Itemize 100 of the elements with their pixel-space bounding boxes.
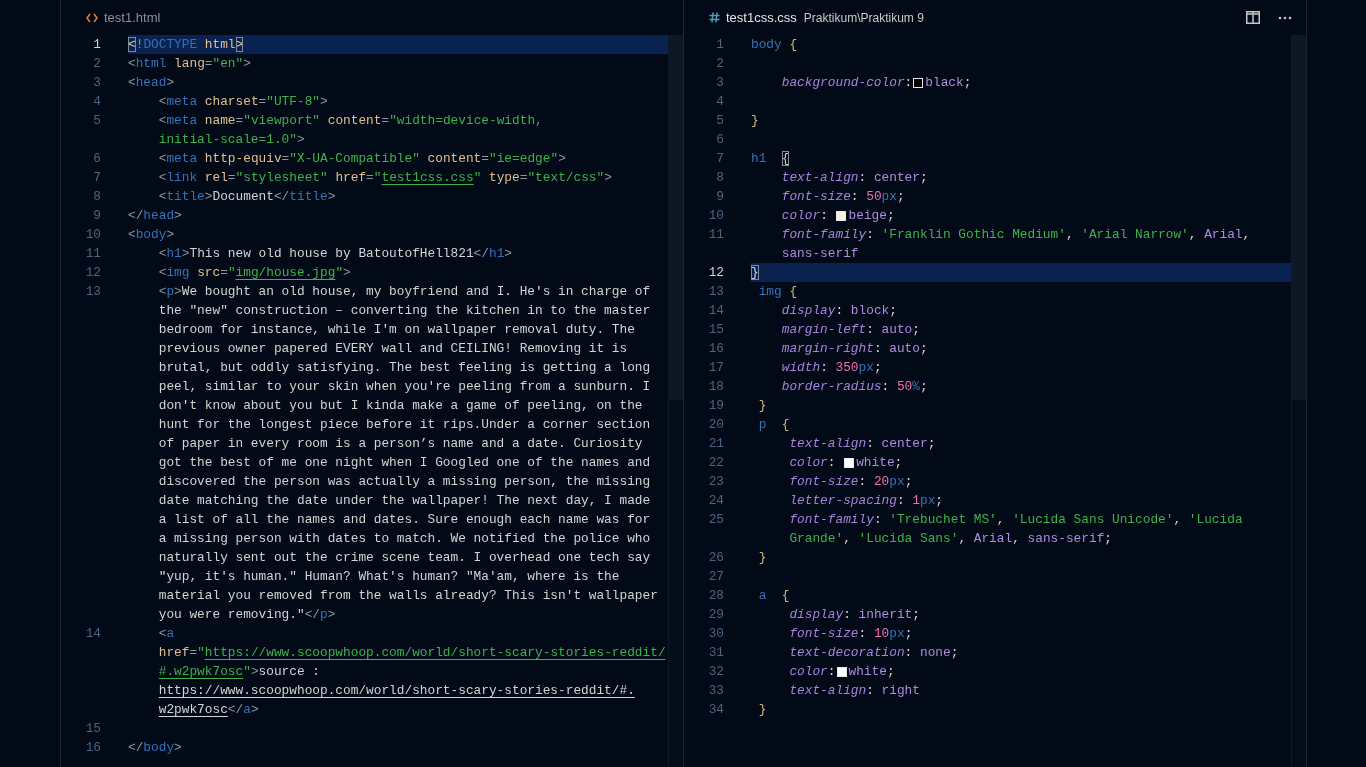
code-line: p { xyxy=(757,416,790,434)
split-editor-icon[interactable] xyxy=(1246,11,1260,24)
line-number: 31 xyxy=(708,645,724,660)
line-number: 9 xyxy=(716,189,724,204)
code-line: bedroom for instance, while I'm on wallpaper removal duty. The xyxy=(157,321,635,339)
code-line: got the best of me one night when I Googled one of the names and xyxy=(157,454,651,472)
line-number: 26 xyxy=(708,550,724,565)
line-number: 30 xyxy=(708,626,724,641)
code-line: black; xyxy=(925,74,972,92)
line-number: 1 xyxy=(716,37,724,52)
code-line: date matching the date under the wallpaper! The next day, I made xyxy=(157,492,651,510)
code-line: } xyxy=(757,701,767,719)
code-line: color: xyxy=(780,207,829,225)
code-line: </head> xyxy=(128,207,182,225)
code-line: text-align: center; xyxy=(780,169,928,187)
code-line: a missing person with dates to match. We notified the police who xyxy=(157,530,651,548)
line-number: 32 xyxy=(708,664,724,679)
code-line: <link rel="stylesheet" href="test1css.css" type="text/css"> xyxy=(157,169,612,187)
color-swatch[interactable] xyxy=(844,457,855,468)
code-line: a list of all the names and dates. Sure enough each name was for xyxy=(157,511,651,529)
line-number: 13 xyxy=(85,284,101,299)
code-line: material you removed from the walls already? This isn't wallpaper xyxy=(157,587,658,605)
code-line: <meta name="viewport" content="width=device-width, xyxy=(157,112,543,130)
code-line: beige; xyxy=(848,207,895,225)
color-swatch[interactable] xyxy=(836,666,847,677)
line-number: 28 xyxy=(708,588,724,603)
code-line: peel, similar to your skin when you're peeling from a sunburn. I xyxy=(157,378,651,396)
line-number: 15 xyxy=(85,721,101,736)
code-line: img { xyxy=(757,283,798,301)
code-line: w2pwk7osc</a> xyxy=(157,701,259,719)
code-line: h1 { xyxy=(751,150,790,168)
code-line: naturally sent out the crime scene team. I overhead one tech say xyxy=(157,549,651,567)
editor-tab[interactable]: test1.html xyxy=(86,10,161,25)
line-number: 16 xyxy=(708,341,724,356)
code-line: <head> xyxy=(128,74,175,92)
more-icon[interactable] xyxy=(1278,15,1292,20)
line-number: 15 xyxy=(708,322,724,337)
color-swatch[interactable] xyxy=(913,77,924,88)
line-number: 24 xyxy=(708,493,724,508)
line-number: 2 xyxy=(716,56,724,71)
code-line: #.w2pwk7osc">source : xyxy=(157,663,320,681)
line-number: 14 xyxy=(708,303,724,318)
code-line: body { xyxy=(751,36,798,54)
line-number: 18 xyxy=(708,379,724,394)
color-swatch[interactable] xyxy=(836,210,847,221)
code-line: font-size: 50px; xyxy=(780,188,905,206)
code-line: text-align: center; xyxy=(788,435,936,453)
line-number: 10 xyxy=(85,227,101,242)
code-line: background-color: xyxy=(780,74,913,92)
code-line: text-decoration: none; xyxy=(788,644,959,662)
line-number: 3 xyxy=(93,75,101,90)
code-line: margin-left: auto; xyxy=(780,321,920,339)
line-number: 6 xyxy=(716,132,724,147)
code-line: "yup, it's human." Human? What's human? "Ma'am, where is the xyxy=(157,568,620,586)
code-line: previous owner papered EVERY wall and CEILING! Removing it is xyxy=(157,340,628,358)
code-line: font-size: 10px; xyxy=(788,625,913,643)
code-line: color: xyxy=(788,454,837,472)
line-number: 16 xyxy=(85,740,101,755)
line-number: 12 xyxy=(708,265,724,280)
code-line: don't know about you but I kinda make a game of peeling, on the xyxy=(157,397,643,415)
code-line: a { xyxy=(757,587,790,605)
code-line: <body> xyxy=(128,226,175,244)
code-line: font-family: 'Franklin Gothic Medium', 'Arial Narrow', Arial, xyxy=(780,226,1251,244)
code-line: </body> xyxy=(128,739,182,757)
code-line: letter-spacing: 1px; xyxy=(788,492,944,510)
line-number: 11 xyxy=(708,227,724,242)
line-number: 2 xyxy=(93,56,101,71)
editor-tab[interactable]: test1css.css Praktikum\Praktikum 9 xyxy=(709,10,924,25)
line-number: 29 xyxy=(708,607,724,622)
line-number: 25 xyxy=(708,512,724,527)
code-line: hunt for the longest piece before it rips.Under a corner section xyxy=(157,416,651,434)
line-number: 3 xyxy=(716,75,724,90)
line-number: 23 xyxy=(708,474,724,489)
code-line: <img src="img/house.jpg"> xyxy=(157,264,351,282)
line-number: 5 xyxy=(93,113,101,128)
code-line: text-align: right xyxy=(788,682,920,700)
line-number: 8 xyxy=(93,189,101,204)
line-number: 19 xyxy=(708,398,724,413)
code-line: https://www.scoopwhoop.com/world/short-scary-stories-reddit/#. xyxy=(157,682,635,700)
code-line: display: inherit; xyxy=(788,606,920,624)
code-line: } xyxy=(751,264,759,282)
code-line: <meta charset="UTF-8"> xyxy=(157,93,328,111)
code-icon xyxy=(86,12,98,23)
code-line: <a xyxy=(157,625,175,643)
line-number: 22 xyxy=(708,455,724,470)
line-number: 1 xyxy=(93,37,101,52)
line-number: 13 xyxy=(708,284,724,299)
scrollbar[interactable] xyxy=(1291,35,1306,767)
code-line: } xyxy=(757,549,767,567)
code-line: Grande', 'Lucida Sans', Arial, sans-serif; xyxy=(788,530,1113,548)
code-line: <p>We bought an old house, my boyfriend and I. He's in charge of xyxy=(157,283,651,301)
code-line: <meta http-equiv="X-UA-Compatible" content="ie=edge"> xyxy=(157,150,566,168)
scrollbar[interactable] xyxy=(668,35,683,767)
code-line: href="https://www.scoopwhoop.com/world/short-scary-stories-reddit/ xyxy=(157,644,666,662)
line-number: 14 xyxy=(85,626,101,641)
line-number: 5 xyxy=(716,113,724,128)
code-line: white; xyxy=(848,663,895,681)
code-line: margin-right: auto; xyxy=(780,340,928,358)
code-line: initial-scale=1.0"> xyxy=(157,131,305,149)
code-line: the "new" construction – converting the kitchen in to the master xyxy=(157,302,651,320)
